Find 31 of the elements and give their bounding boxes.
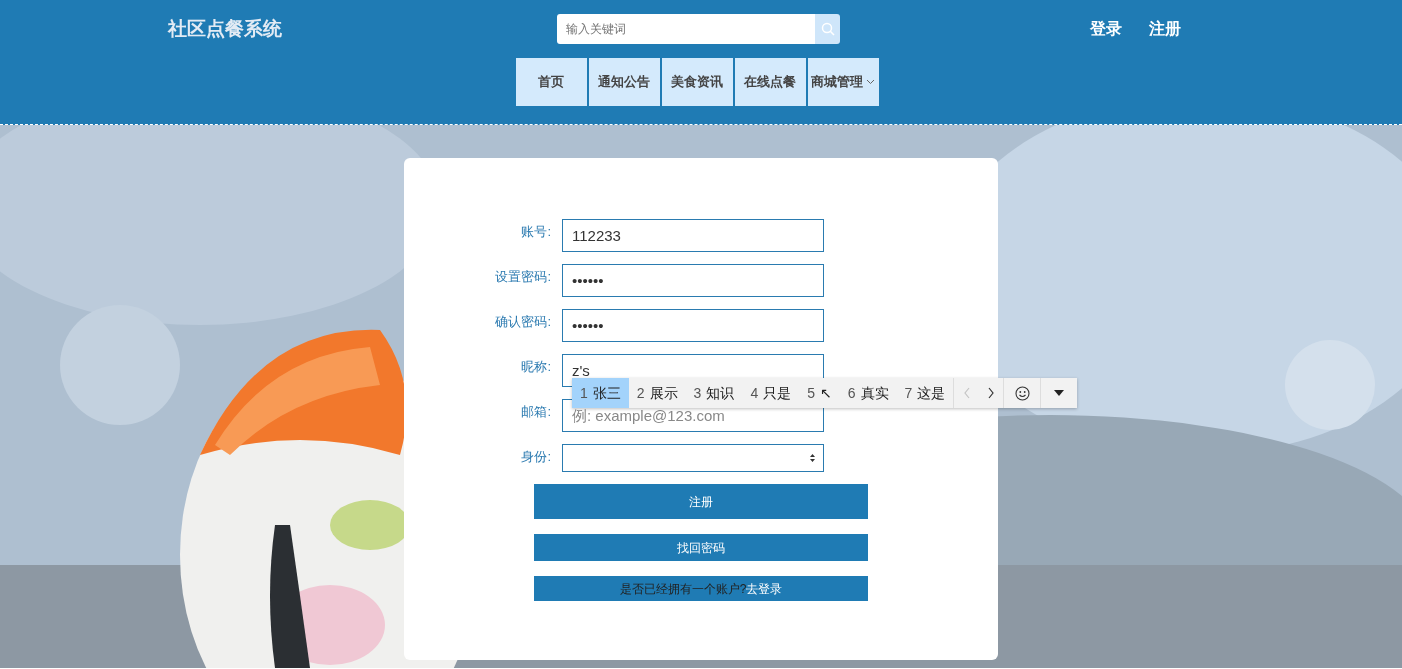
site-title: 社区点餐系统 bbox=[168, 16, 283, 41]
recover-password-button[interactable]: 找回密码 bbox=[534, 534, 868, 561]
login-prompt-text: 是否已经拥有一个账户? bbox=[619, 580, 747, 598]
nav-item[interactable]: 商城管理 bbox=[807, 58, 879, 106]
input-field[interactable]: •••••• bbox=[562, 264, 824, 297]
field-label: 账号: bbox=[520, 223, 551, 241]
field-label: 设置密码: bbox=[494, 268, 551, 286]
header-link[interactable]: 注册 bbox=[1149, 17, 1181, 41]
header-link[interactable]: 登录 bbox=[1090, 17, 1122, 41]
next-page-icon[interactable] bbox=[987, 387, 996, 399]
chevron-down-icon bbox=[866, 79, 875, 85]
input-field[interactable]: •••••• bbox=[562, 309, 824, 342]
register-button[interactable]: 注册 bbox=[534, 484, 868, 519]
field-label: 昵称: bbox=[520, 358, 551, 376]
ime-candidate[interactable]: 6 真实 bbox=[839, 378, 897, 408]
input-field[interactable]: 112233 bbox=[562, 219, 824, 252]
field-label: 确认密码: bbox=[494, 313, 551, 331]
ime-candidate[interactable]: 7 这是 bbox=[896, 378, 954, 408]
select-field[interactable] bbox=[562, 444, 824, 472]
nav-item[interactable]: 美食资讯 bbox=[661, 58, 733, 106]
field-label: 身份: bbox=[520, 448, 551, 466]
caret-down-icon bbox=[1054, 390, 1065, 396]
login-link[interactable]: 去登录 bbox=[746, 579, 783, 598]
search-icon bbox=[820, 22, 835, 36]
ime-candidate[interactable]: 1 张三 bbox=[572, 378, 629, 408]
nav-item[interactable]: 在线点餐 bbox=[734, 58, 806, 106]
field-label: 邮箱: bbox=[520, 403, 551, 421]
smiley-icon bbox=[1014, 385, 1030, 401]
sort-arrows-icon bbox=[809, 453, 816, 463]
nav-item[interactable]: 首页 bbox=[515, 58, 587, 106]
nav-item[interactable]: 通知公告 bbox=[588, 58, 660, 106]
